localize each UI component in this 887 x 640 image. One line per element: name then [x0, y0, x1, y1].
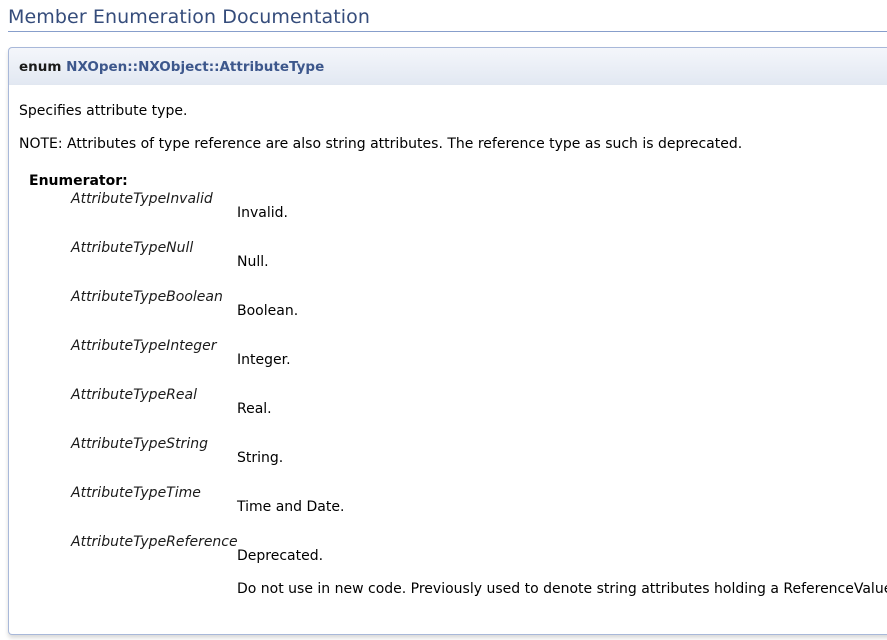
deprecation-note: NOTE: Attributes of type reference are a… [19, 136, 743, 152]
member-item: enum NXOpen::NXObject::AttributeType Spe… [8, 47, 887, 635]
enumerator-description: Invalid. [237, 205, 288, 221]
enumerator-heading: Enumerator: [29, 173, 128, 189]
enumerator-extra-note: Do not use in new code. Previously used … [237, 581, 887, 597]
enumerator-description: Null. [237, 254, 269, 270]
enumerator-description: Boolean. [237, 303, 299, 319]
enumerator-description: Deprecated. [237, 548, 324, 564]
member-prototype: enum NXOpen::NXObject::AttributeType [8, 47, 887, 85]
enumerator-description: Real. [237, 401, 272, 417]
enum-keyword: enum [19, 59, 62, 75]
enumerator-description: String. [237, 450, 284, 466]
enumerator-name: AttributeTypeInvalid [71, 191, 213, 207]
enum-type-link[interactable]: NXOpen::NXObject::AttributeType [66, 59, 324, 75]
enumerator-name: AttributeTypeTime [71, 485, 201, 501]
enumerator-name: AttributeTypeNull [71, 240, 194, 256]
enumerator-description: Time and Date. [237, 499, 345, 515]
enumerator-name: AttributeTypeString [71, 436, 208, 452]
section-title: Member Enumeration Documentation [8, 4, 887, 32]
enumerator-description: Integer. [237, 352, 291, 368]
documentation-page: Member Enumeration Documentation enum NX… [0, 0, 887, 640]
enumerator-name: AttributeTypeBoolean [71, 289, 223, 305]
brief-description: Specifies attribute type. [19, 103, 188, 119]
enumerator-name: AttributeTypeReference [71, 534, 238, 550]
enumerator-name: AttributeTypeReal [71, 387, 197, 403]
enumerator-name: AttributeTypeInteger [71, 338, 217, 354]
member-description: Specifies attribute type. NOTE: Attribut… [8, 85, 887, 635]
